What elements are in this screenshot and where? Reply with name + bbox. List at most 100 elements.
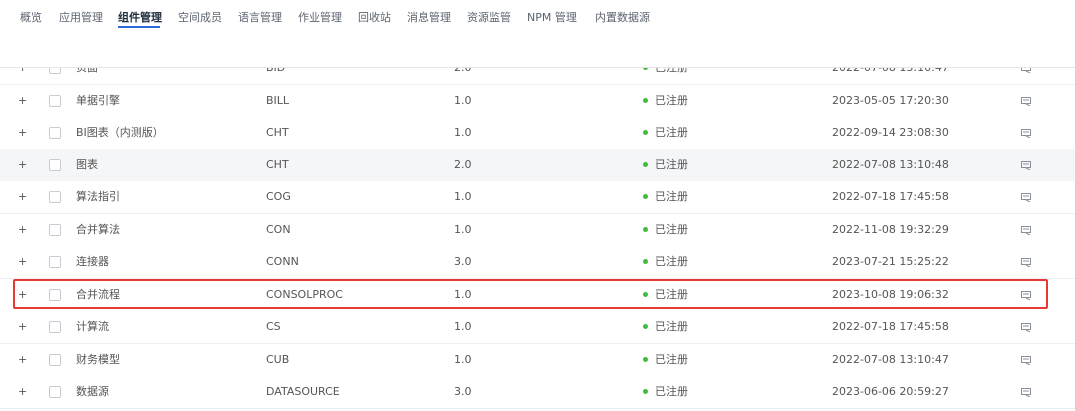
component-version: 1.0 (454, 190, 472, 203)
edit-detail-icon[interactable] (1021, 161, 1031, 170)
status-badge: 已注册 (643, 223, 688, 237)
tab-npm-management[interactable]: NPM 管理 (527, 11, 577, 25)
component-name: BI图表（内测版） (76, 126, 164, 139)
table-row[interactable]: + 合并流程 CONSOLPROC 1.0 已注册 2023-10-08 19:… (0, 279, 1075, 312)
status-badge: 已注册 (643, 158, 688, 172)
status-badge: 已注册 (643, 94, 688, 108)
status-badge: 已注册 (643, 190, 688, 204)
active-tab-indicator (118, 26, 160, 28)
row-checkbox[interactable] (49, 289, 61, 301)
status-text: 已注册 (655, 94, 688, 107)
table-row[interactable]: + BI图表（内测版） CHT 1.0 已注册 2022-09-14 23:08… (0, 117, 1075, 150)
edit-detail-icon[interactable] (1021, 291, 1031, 300)
expand-icon[interactable]: + (18, 158, 27, 172)
component-code: COG (266, 190, 291, 203)
updated-time: 2023-10-08 19:06:32 (832, 288, 949, 301)
updated-time: 2022-07-18 17:45:58 (832, 190, 949, 203)
component-name: 单据引擎 (76, 94, 120, 107)
edit-detail-icon[interactable] (1021, 258, 1031, 267)
component-version: 1.0 (454, 94, 472, 107)
table-row[interactable]: + 算法指引 COG 1.0 已注册 2022-07-18 17:45:58 (0, 181, 1075, 214)
component-code: DATASOURCE (266, 385, 340, 398)
expand-icon[interactable]: + (18, 385, 27, 399)
table-row[interactable]: + 合并算法 CON 1.0 已注册 2022-11-08 19:32:29 (0, 214, 1075, 247)
status-badge: 已注册 (643, 126, 688, 140)
component-name: 合并算法 (76, 223, 120, 236)
status-dot-icon (643, 161, 648, 167)
expand-icon[interactable]: + (18, 320, 27, 334)
status-text: 已注册 (655, 353, 688, 366)
expand-icon[interactable]: + (18, 190, 27, 204)
table-row[interactable]: + 计算流 CS 1.0 已注册 2022-07-18 17:45:58 (0, 311, 1075, 344)
tab-builtin-datasource[interactable]: 内置数据源 (595, 11, 650, 25)
edit-detail-icon[interactable] (1021, 97, 1031, 106)
expand-icon[interactable]: + (18, 94, 27, 108)
row-checkbox[interactable] (49, 127, 61, 139)
status-badge: 已注册 (643, 255, 688, 269)
expand-icon[interactable]: + (18, 255, 27, 269)
component-name: 数据源 (76, 385, 109, 398)
row-checkbox[interactable] (49, 354, 61, 366)
status-text: 已注册 (655, 385, 688, 398)
table-row[interactable]: + 财务模型 CUB 1.0 已注册 2022-07-08 13:10:47 (0, 344, 1075, 377)
status-text: 已注册 (655, 190, 688, 203)
component-name: 财务模型 (76, 353, 120, 366)
updated-time: 2022-11-08 19:32:29 (832, 223, 949, 236)
row-checkbox[interactable] (49, 159, 61, 171)
status-text: 已注册 (655, 126, 688, 139)
status-text: 已注册 (655, 320, 688, 333)
row-checkbox[interactable] (49, 256, 61, 268)
row-checkbox[interactable] (49, 386, 61, 398)
component-name: 算法指引 (76, 190, 120, 203)
table-row[interactable]: + 图表 CHT 2.0 已注册 2022-07-08 13:10:48 (0, 149, 1075, 182)
status-text: 已注册 (655, 158, 688, 171)
status-dot-icon (643, 97, 648, 103)
component-code: CHT (266, 158, 289, 171)
top-tabs: 概览 应用管理 组件管理 空间成员 语言管理 作业管理 回收站 消息管理 资源监… (0, 0, 1075, 36)
component-version: 2.0 (454, 158, 472, 171)
edit-detail-icon[interactable] (1021, 193, 1031, 202)
status-dot-icon (643, 129, 648, 135)
row-checkbox[interactable] (49, 95, 61, 107)
component-version: 1.0 (454, 223, 472, 236)
tab-recycle-bin[interactable]: 回收站 (358, 11, 391, 25)
edit-detail-icon[interactable] (1021, 356, 1031, 365)
tab-resource-monitor[interactable]: 资源监管 (467, 11, 511, 25)
component-code: CONSOLPROC (266, 288, 343, 301)
component-code: BILL (266, 94, 290, 107)
component-name: 图表 (76, 158, 98, 171)
expand-icon[interactable]: + (18, 223, 27, 237)
edit-detail-icon[interactable] (1021, 129, 1031, 138)
tab-space-members[interactable]: 空间成员 (178, 11, 222, 25)
tab-message-management[interactable]: 消息管理 (407, 11, 451, 25)
component-version: 1.0 (454, 126, 472, 139)
component-version: 3.0 (454, 385, 472, 398)
expand-icon[interactable]: + (18, 288, 27, 302)
expand-icon[interactable]: + (18, 126, 27, 140)
component-name: 计算流 (76, 320, 109, 333)
expand-icon[interactable]: + (18, 353, 27, 367)
edit-detail-icon[interactable] (1021, 323, 1031, 332)
table-row[interactable]: + 单据引擎 BILL 1.0 已注册 2023-05-05 17:20:30 (0, 85, 1075, 118)
tab-language-management[interactable]: 语言管理 (238, 11, 282, 25)
edit-detail-icon[interactable] (1021, 226, 1031, 235)
row-checkbox[interactable] (49, 321, 61, 333)
status-badge: 已注册 (643, 320, 688, 334)
tab-job-management[interactable]: 作业管理 (298, 11, 342, 25)
row-checkbox[interactable] (49, 224, 61, 236)
tab-app-management[interactable]: 应用管理 (59, 11, 103, 25)
component-code: CS (266, 320, 281, 333)
updated-time: 2022-09-14 23:08:30 (832, 126, 949, 139)
table-row[interactable]: + 数据源 DATASOURCE 3.0 已注册 2023-06-06 20:5… (0, 376, 1075, 409)
tab-overview[interactable]: 概览 (20, 11, 42, 25)
updated-time: 2022-07-18 17:45:58 (832, 320, 949, 333)
component-code: CUB (266, 353, 290, 366)
edit-detail-icon[interactable] (1021, 388, 1031, 397)
tab-component-management[interactable]: 组件管理 (118, 11, 162, 25)
table-row[interactable]: + 连接器 CONN 3.0 已注册 2023-07-21 15:25:22 (0, 246, 1075, 279)
status-badge: 已注册 (643, 288, 688, 302)
row-checkbox[interactable] (49, 191, 61, 203)
status-text: 已注册 (655, 223, 688, 236)
component-version: 1.0 (454, 353, 472, 366)
updated-time: 2023-07-21 15:25:22 (832, 255, 949, 268)
